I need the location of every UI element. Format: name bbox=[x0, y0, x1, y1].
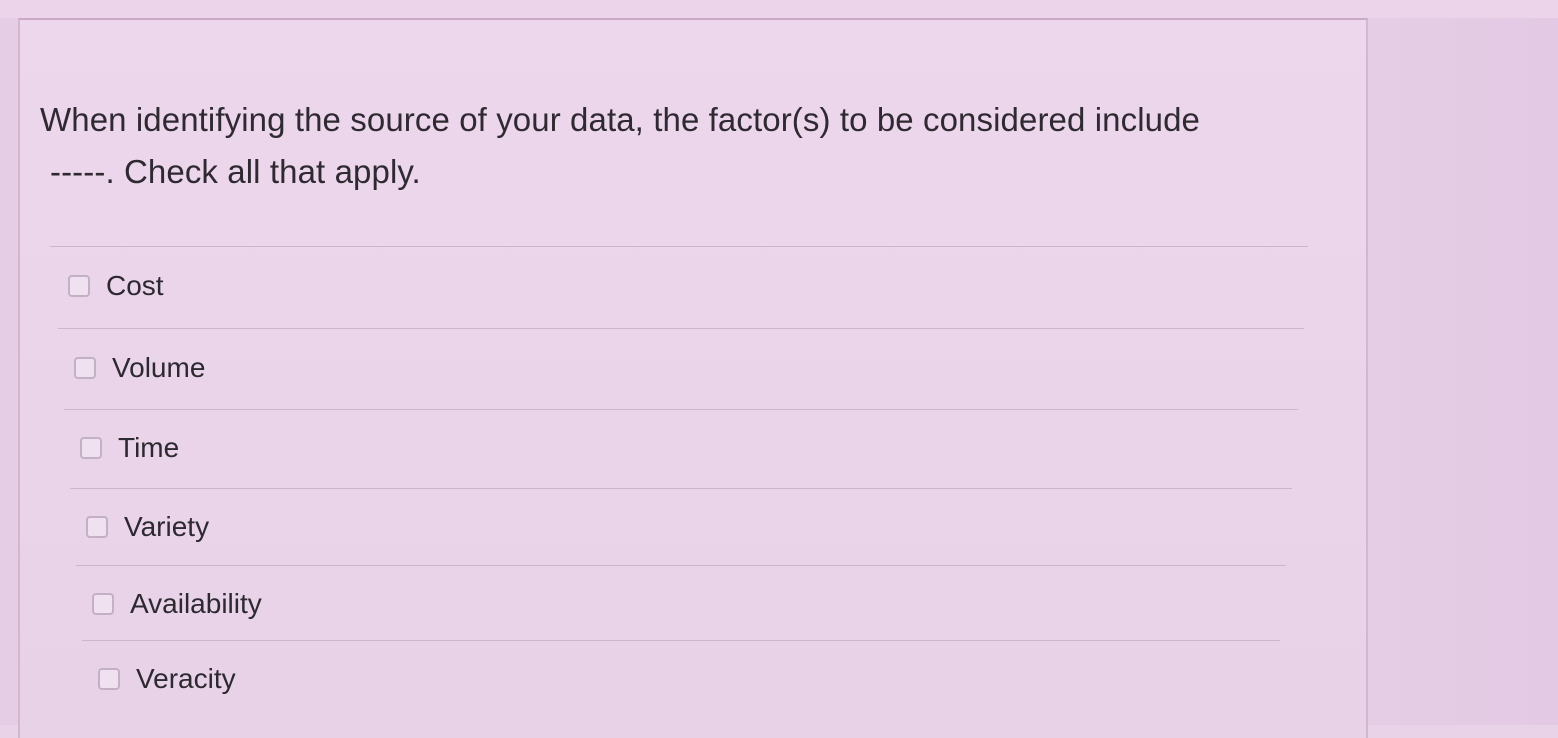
question-prompt: When identifying the source of your data… bbox=[40, 94, 1330, 198]
option-cost[interactable]: Cost bbox=[68, 268, 164, 304]
divider bbox=[58, 328, 1304, 329]
divider bbox=[50, 246, 1308, 247]
question-blank: ----- bbox=[50, 153, 106, 190]
option-label-availability: Availability bbox=[130, 588, 262, 619]
top-strip bbox=[0, 0, 1558, 18]
option-label-variety: Variety bbox=[124, 511, 210, 542]
option-time[interactable]: Time bbox=[80, 430, 179, 466]
divider bbox=[82, 640, 1280, 641]
divider bbox=[70, 488, 1292, 489]
option-variety[interactable]: Variety bbox=[86, 509, 209, 545]
checkbox-time[interactable] bbox=[80, 437, 102, 459]
checkbox-cost[interactable] bbox=[68, 275, 90, 297]
option-label-cost: Cost bbox=[106, 270, 164, 301]
checkbox-availability[interactable] bbox=[92, 593, 114, 615]
question-text-line2: . Check all that apply. bbox=[105, 153, 421, 190]
option-availability[interactable]: Availability bbox=[92, 586, 262, 622]
question-text-line1: When identifying the source of your data… bbox=[40, 101, 1200, 138]
divider bbox=[76, 565, 1286, 566]
option-label-volume: Volume bbox=[112, 352, 206, 383]
checkbox-volume[interactable] bbox=[74, 357, 96, 379]
option-volume[interactable]: Volume bbox=[74, 350, 205, 386]
checkbox-variety[interactable] bbox=[86, 516, 108, 538]
option-veracity[interactable]: Veracity bbox=[98, 661, 236, 697]
option-label-time: Time bbox=[118, 432, 180, 463]
divider bbox=[64, 409, 1298, 410]
option-label-veracity: Veracity bbox=[136, 663, 236, 694]
checkbox-veracity[interactable] bbox=[98, 668, 120, 690]
question-panel: When identifying the source of your data… bbox=[18, 18, 1368, 738]
